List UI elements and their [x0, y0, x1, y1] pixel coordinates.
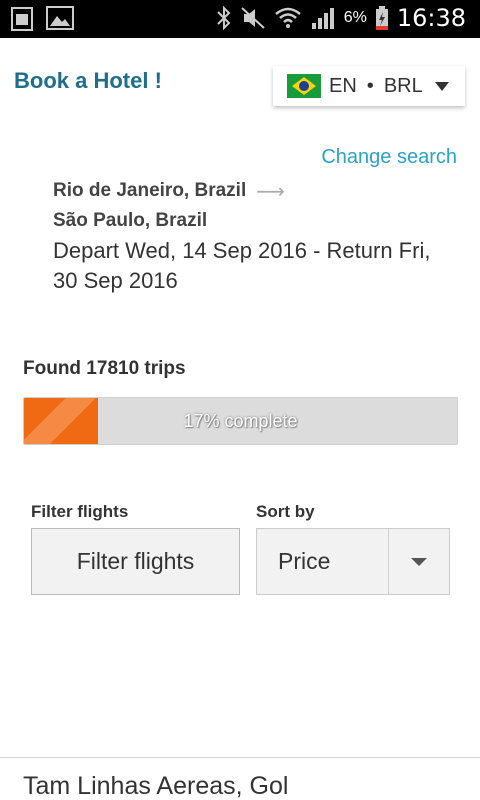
route-summary: Rio de Janeiro, Brazil ⟶ São Paulo, Braz… — [53, 176, 285, 236]
dropdown-caret-icon — [435, 82, 449, 91]
brazil-flag-icon — [287, 74, 321, 98]
mute-icon — [241, 7, 265, 29]
signal-icon — [311, 8, 334, 29]
origin-line: Rio de Janeiro, Brazil ⟶ — [53, 176, 285, 206]
result-airline-name[interactable]: Tam Linhas Aereas, Gol — [23, 772, 288, 800]
sort-value: Price — [257, 529, 389, 594]
image-icon — [46, 6, 74, 30]
origin-city: Rio de Janeiro, Brazil — [53, 180, 247, 201]
sim-card-icon — [11, 7, 33, 31]
sort-label: Sort by — [256, 502, 315, 521]
language-code: EN — [329, 74, 357, 97]
wifi-icon — [274, 7, 301, 28]
currency-code: BRL — [383, 74, 423, 97]
change-search-link[interactable]: Change search — [321, 146, 457, 169]
trip-dates: Depart Wed, 14 Sep 2016 - Return Fri, 30… — [53, 238, 431, 293]
progress-text: 17% complete — [183, 411, 298, 431]
filter-flights-button[interactable]: Filter flights — [31, 528, 240, 595]
destination-city: São Paulo, Brazil — [53, 210, 208, 231]
destination-line: São Paulo, Brazil — [53, 206, 285, 236]
locale-separator: • — [366, 74, 374, 97]
chevron-down-icon — [389, 529, 449, 594]
arrow-right-icon: ⟶ — [256, 180, 285, 203]
sort-by-select[interactable]: Price — [256, 528, 450, 595]
found-count: Found 17810 trips — [23, 358, 186, 379]
bluetooth-icon — [216, 5, 231, 31]
search-progress-bar: 17% complete — [23, 397, 458, 445]
battery-charging-icon — [375, 6, 388, 30]
status-left — [10, 6, 74, 32]
status-right: 6% 16:38 — [216, 4, 466, 32]
clock: 16:38 — [396, 4, 466, 32]
battery-percent: 6% — [343, 9, 367, 26]
locale-currency-selector[interactable]: EN • BRL — [273, 66, 465, 106]
app-title: Book a Hotel ! — [14, 68, 162, 93]
filter-label: Filter flights — [31, 502, 129, 521]
divider — [0, 757, 480, 758]
status-bar: 6% 16:38 — [0, 0, 480, 38]
